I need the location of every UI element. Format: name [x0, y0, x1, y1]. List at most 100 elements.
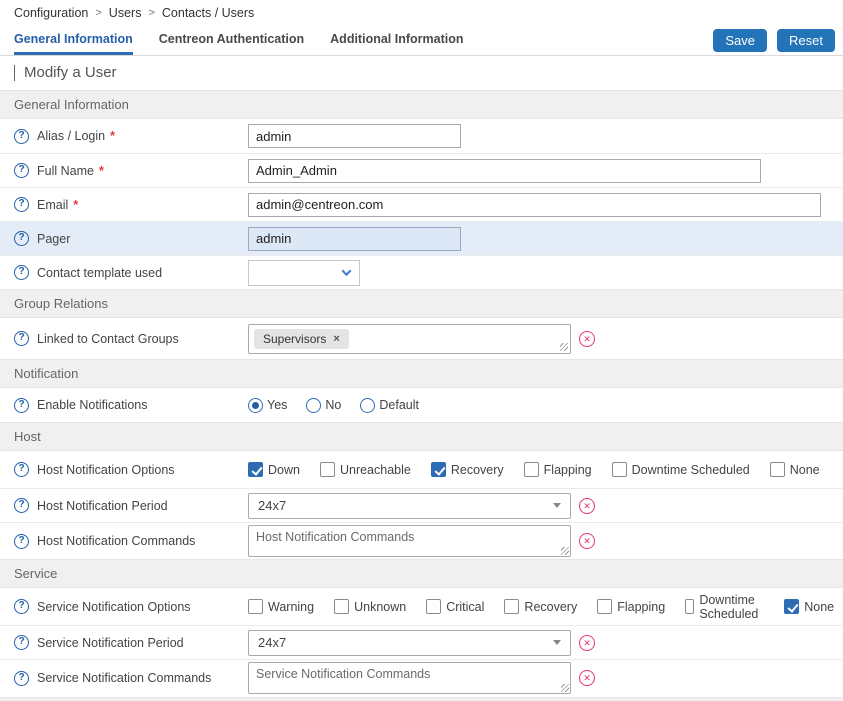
row-host-notification-period: Host Notification Period 24x7: [0, 488, 843, 522]
linked-contact-groups-input[interactable]: Supervisors: [248, 324, 571, 354]
label-cell: Pager: [14, 231, 248, 246]
help-icon[interactable]: [14, 331, 29, 346]
checkbox-icon: [431, 462, 446, 477]
clear-host-period-icon[interactable]: [579, 498, 595, 514]
checkbox-icon: [320, 462, 335, 477]
label-cell: Contact template used: [14, 265, 248, 280]
full-name-input[interactable]: [248, 159, 761, 183]
checkbox-icon: [685, 599, 694, 614]
save-button[interactable]: Save: [713, 29, 767, 52]
help-icon[interactable]: [14, 635, 29, 650]
row-linked-contact-groups: Linked to Contact Groups Supervisors: [0, 318, 843, 359]
label-cell: Enable Notifications: [14, 398, 248, 413]
section-title: Host: [14, 429, 41, 444]
form-actions: Save Reset: [713, 26, 843, 55]
checkbox-icon: [524, 462, 539, 477]
tab-general-information[interactable]: General Information: [14, 26, 133, 55]
resize-handle[interactable]: [561, 684, 569, 692]
field-label: Alias / Login: [37, 129, 105, 143]
section-title: Service: [14, 566, 57, 581]
help-icon[interactable]: [14, 265, 29, 280]
row-full-name: Full Name *: [0, 153, 843, 187]
row-email: Email *: [0, 187, 843, 221]
service-notification-commands-input[interactable]: [248, 662, 571, 694]
checkbox-host-unreachable[interactable]: Unreachable: [320, 462, 411, 477]
section-header-service: Service: [0, 559, 843, 588]
tag-chip-supervisors: Supervisors: [254, 329, 349, 349]
radio-no[interactable]: No: [306, 398, 341, 413]
reset-button[interactable]: Reset: [777, 29, 835, 52]
help-icon[interactable]: [14, 462, 29, 477]
contact-template-select[interactable]: [248, 260, 360, 286]
chevron-down-icon: [342, 266, 352, 276]
radio-default[interactable]: Default: [360, 398, 419, 413]
required-asterisk: *: [73, 198, 78, 212]
service-notification-period-select[interactable]: 24x7: [248, 630, 571, 656]
radio-icon: [306, 398, 321, 413]
checkbox-service-warning[interactable]: Warning: [248, 599, 314, 614]
radio-icon: [248, 398, 263, 413]
clear-host-commands-icon[interactable]: [579, 533, 595, 549]
alias-login-input[interactable]: [248, 124, 461, 148]
checkbox-service-critical[interactable]: Critical: [426, 599, 484, 614]
page-title: Modify a User: [14, 65, 843, 81]
label-cell: Linked to Contact Groups: [14, 331, 248, 346]
checkbox-icon: [612, 462, 627, 477]
help-icon[interactable]: [14, 498, 29, 513]
dropdown-arrow-icon: [553, 503, 561, 508]
checkbox-host-recovery[interactable]: Recovery: [431, 462, 504, 477]
section-title: General Information: [14, 97, 129, 112]
row-host-notification-commands: Host Notification Commands: [0, 522, 843, 559]
checkbox-service-flapping[interactable]: Flapping: [597, 599, 665, 614]
breadcrumb-item-contacts-users[interactable]: Contacts / Users: [162, 6, 254, 20]
radio-yes[interactable]: Yes: [248, 398, 287, 413]
help-icon[interactable]: [14, 398, 29, 413]
field-label: Contact template used: [37, 266, 162, 280]
help-icon[interactable]: [14, 197, 29, 212]
checkbox-host-downtime-scheduled[interactable]: Downtime Scheduled: [612, 462, 750, 477]
help-icon[interactable]: [14, 129, 29, 144]
section-header-notification: Notification: [0, 359, 843, 388]
radio-icon: [360, 398, 375, 413]
breadcrumb-item-configuration[interactable]: Configuration: [14, 6, 88, 20]
checkbox-service-unknown[interactable]: Unknown: [334, 599, 406, 614]
host-notification-commands-input[interactable]: [248, 525, 571, 557]
section-header-group-relations: Group Relations: [0, 289, 843, 318]
breadcrumb-item-users[interactable]: Users: [109, 6, 142, 20]
tab-additional-information[interactable]: Additional Information: [330, 26, 463, 55]
label-cell: Service Notification Commands: [14, 671, 248, 686]
checkbox-icon: [770, 462, 785, 477]
pager-input[interactable]: [248, 227, 461, 251]
host-notification-period-select[interactable]: 24x7: [248, 493, 571, 519]
checkbox-service-none[interactable]: None: [784, 599, 834, 614]
field-label: Linked to Contact Groups: [37, 332, 179, 346]
remove-tag-icon[interactable]: [333, 334, 339, 344]
contacts-users-page: Configuration > Users > Contacts / Users…: [0, 0, 843, 701]
email-input[interactable]: [248, 193, 821, 217]
resize-handle[interactable]: [561, 547, 569, 555]
help-icon[interactable]: [14, 231, 29, 246]
section-title: Group Relations: [14, 296, 108, 311]
help-icon[interactable]: [14, 534, 29, 549]
tab-centreon-authentication[interactable]: Centreon Authentication: [159, 26, 304, 55]
resize-handle[interactable]: [560, 343, 568, 351]
checkbox-host-flapping[interactable]: Flapping: [524, 462, 592, 477]
checkbox-service-downtime-scheduled[interactable]: Downtime Scheduled: [685, 593, 764, 621]
help-icon[interactable]: [14, 163, 29, 178]
selected-value: 24x7: [258, 498, 286, 513]
checkbox-icon: [334, 599, 349, 614]
clear-service-commands-icon[interactable]: [579, 670, 595, 686]
checkbox-host-down[interactable]: Down: [248, 462, 300, 477]
breadcrumb-separator: >: [95, 7, 101, 19]
checkbox-host-none[interactable]: None: [770, 462, 820, 477]
field-label: Host Notification Period: [37, 499, 168, 513]
checkbox-service-recovery[interactable]: Recovery: [504, 599, 577, 614]
label-cell: Host Notification Options: [14, 462, 248, 477]
help-icon[interactable]: [14, 671, 29, 686]
breadcrumb-separator: >: [148, 7, 154, 19]
clear-contact-groups-icon[interactable]: [579, 331, 595, 347]
label-cell: Alias / Login *: [14, 129, 248, 144]
clear-service-period-icon[interactable]: [579, 635, 595, 651]
help-icon[interactable]: [14, 599, 29, 614]
row-contact-template: Contact template used: [0, 255, 843, 289]
